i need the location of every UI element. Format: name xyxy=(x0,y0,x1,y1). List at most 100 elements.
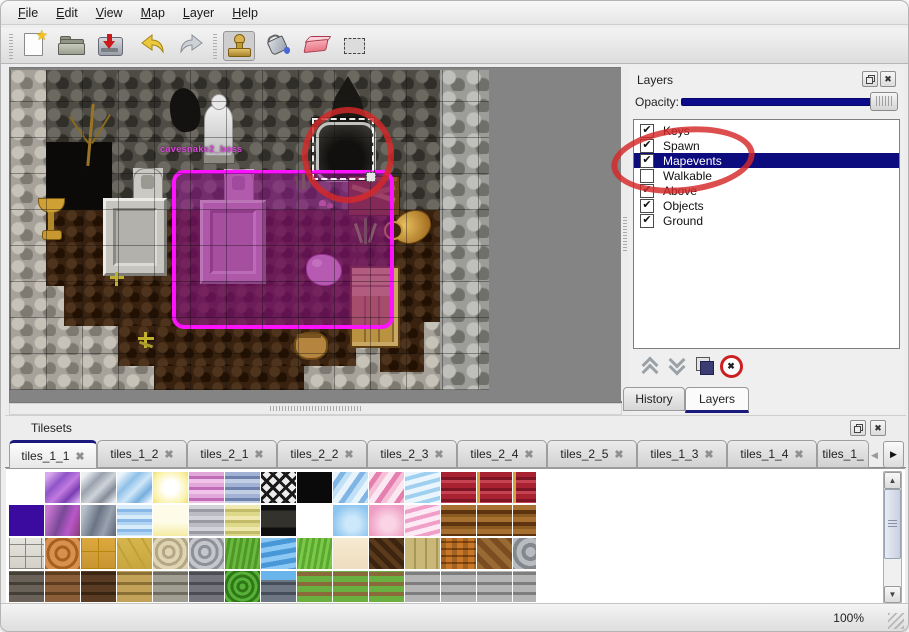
tile-swatch[interactable] xyxy=(477,505,512,536)
layer-row-above[interactable]: ✔ Above xyxy=(634,183,899,198)
tab-scroll-left-button[interactable]: ◀ xyxy=(867,444,882,466)
tileset-tab-9[interactable]: tiles_1_ xyxy=(817,440,869,468)
layer-row-mapevents[interactable]: ✔ Mapevents xyxy=(634,153,899,168)
tile-swatch[interactable] xyxy=(405,538,440,569)
tile-swatch[interactable] xyxy=(117,505,152,536)
duplicate-layer-button[interactable] xyxy=(691,353,717,379)
tile-swatch[interactable] xyxy=(81,571,116,602)
tile-swatch[interactable] xyxy=(441,505,476,536)
tile-swatch[interactable] xyxy=(9,505,44,536)
checkbox[interactable]: ✔ xyxy=(640,154,654,168)
close-tab-icon[interactable]: ✖ xyxy=(164,448,173,461)
menu-file[interactable]: File xyxy=(9,4,47,22)
tileset-tab-7[interactable]: tiles_1_3✖ xyxy=(637,440,727,468)
raise-layer-button[interactable] xyxy=(637,353,663,379)
map-viewport[interactable]: cavesnake2_boss xyxy=(10,70,489,390)
checkbox[interactable]: ✔ xyxy=(640,124,654,138)
delete-layer-button[interactable]: ✖ xyxy=(718,353,744,379)
horizontal-splitter[interactable] xyxy=(9,403,622,415)
layer-row-walkable[interactable]: Walkable xyxy=(634,168,899,183)
open-map-button[interactable] xyxy=(57,31,87,59)
stamp-tool-button[interactable] xyxy=(223,31,255,61)
tileset-tab-8[interactable]: tiles_1_4✖ xyxy=(727,440,817,468)
menu-map[interactable]: Map xyxy=(132,4,174,22)
tile-swatch[interactable] xyxy=(333,505,368,536)
layer-row-keys[interactable]: ✔ Keys xyxy=(634,123,899,138)
tile-swatch[interactable] xyxy=(189,571,224,602)
vertical-splitter[interactable] xyxy=(621,67,629,401)
tile-swatch[interactable] xyxy=(333,472,368,503)
checkbox[interactable]: ✔ xyxy=(640,214,654,228)
tile-swatch[interactable] xyxy=(153,571,188,602)
tile-swatch[interactable] xyxy=(477,571,512,602)
tile-swatch[interactable] xyxy=(81,472,116,503)
close-tab-icon[interactable]: ✖ xyxy=(75,450,84,463)
tile-swatch[interactable] xyxy=(81,505,116,536)
close-tab-icon[interactable]: ✖ xyxy=(704,448,713,461)
tileset-tab-4[interactable]: tiles_2_3✖ xyxy=(367,440,457,468)
checkbox[interactable]: ✔ xyxy=(640,184,654,198)
tab-layers[interactable]: Layers xyxy=(685,387,749,413)
tile-swatch[interactable] xyxy=(261,538,296,569)
tile-swatch[interactable] xyxy=(477,538,512,569)
redo-button[interactable] xyxy=(177,31,207,59)
tile-swatch[interactable] xyxy=(333,538,368,569)
tile-swatch[interactable] xyxy=(261,571,296,602)
opacity-slider[interactable] xyxy=(681,91,898,111)
tile-swatch[interactable] xyxy=(153,538,188,569)
opacity-slider-handle[interactable] xyxy=(870,92,898,111)
tile-swatch[interactable] xyxy=(369,538,404,569)
tileset-scrollbar[interactable]: ▲ ▼ xyxy=(883,471,902,604)
tile-swatch[interactable] xyxy=(261,472,296,503)
tile-swatch[interactable] xyxy=(117,472,152,503)
checkbox[interactable]: ✔ xyxy=(640,139,654,153)
resize-grip[interactable] xyxy=(888,613,904,629)
tile-swatch[interactable] xyxy=(189,505,224,536)
save-map-button[interactable] xyxy=(95,31,125,59)
tile-swatch[interactable] xyxy=(405,571,440,602)
tile-swatch[interactable] xyxy=(369,472,404,503)
checkbox[interactable]: ✔ xyxy=(640,199,654,213)
tile-swatch[interactable] xyxy=(369,505,404,536)
tile-swatch[interactable] xyxy=(441,571,476,602)
tile-swatch[interactable] xyxy=(225,538,260,569)
menu-view[interactable]: View xyxy=(87,4,132,22)
splitter-grip[interactable] xyxy=(270,406,362,411)
tile-swatch[interactable] xyxy=(405,472,440,503)
close-tab-icon[interactable]: ✖ xyxy=(794,448,803,461)
tile-swatch[interactable] xyxy=(441,472,476,503)
tile-swatch[interactable] xyxy=(9,571,44,602)
map-canvas[interactable]: cavesnake2_boss xyxy=(9,67,622,403)
marquee-resize-handle[interactable] xyxy=(366,172,376,182)
toolbar-grip[interactable] xyxy=(9,32,13,59)
tileset-tab-1[interactable]: tiles_1_2✖ xyxy=(97,440,187,468)
tileset-tab-0[interactable]: tiles_1_1✖ xyxy=(9,440,97,470)
tile-swatch[interactable] xyxy=(81,538,116,569)
tile-swatch[interactable] xyxy=(369,571,404,602)
tileset-tab-6[interactable]: tiles_2_5✖ xyxy=(547,440,637,468)
tile-swatch[interactable] xyxy=(153,505,188,536)
tile-swatch[interactable] xyxy=(297,505,332,536)
undo-button[interactable] xyxy=(139,31,169,59)
tile-swatch[interactable] xyxy=(9,538,44,569)
tile-swatch[interactable] xyxy=(189,538,224,569)
layers-float-button[interactable] xyxy=(862,71,878,87)
select-tool-button[interactable] xyxy=(339,31,369,59)
tile-swatch[interactable] xyxy=(45,472,80,503)
lower-layer-button[interactable] xyxy=(664,353,690,379)
tab-history[interactable]: History xyxy=(623,387,685,411)
layer-row-objects[interactable]: ✔ Objects xyxy=(634,198,899,213)
tile-swatch[interactable] xyxy=(117,571,152,602)
tilesets-close-button[interactable]: ✖ xyxy=(870,420,886,436)
layer-row-ground[interactable]: ✔ Ground xyxy=(634,213,899,228)
tile-swatch[interactable] xyxy=(513,571,536,602)
fill-tool-button[interactable] xyxy=(263,31,293,59)
tile-swatch[interactable] xyxy=(117,538,152,569)
tileset-tab-3[interactable]: tiles_2_2✖ xyxy=(277,440,367,468)
menu-edit[interactable]: Edit xyxy=(47,4,87,22)
tile-swatch[interactable] xyxy=(441,538,476,569)
tile-swatch[interactable] xyxy=(45,505,80,536)
tile-swatch[interactable] xyxy=(261,505,296,536)
menu-help[interactable]: Help xyxy=(223,4,267,22)
tileset-tab-5[interactable]: tiles_2_4✖ xyxy=(457,440,547,468)
